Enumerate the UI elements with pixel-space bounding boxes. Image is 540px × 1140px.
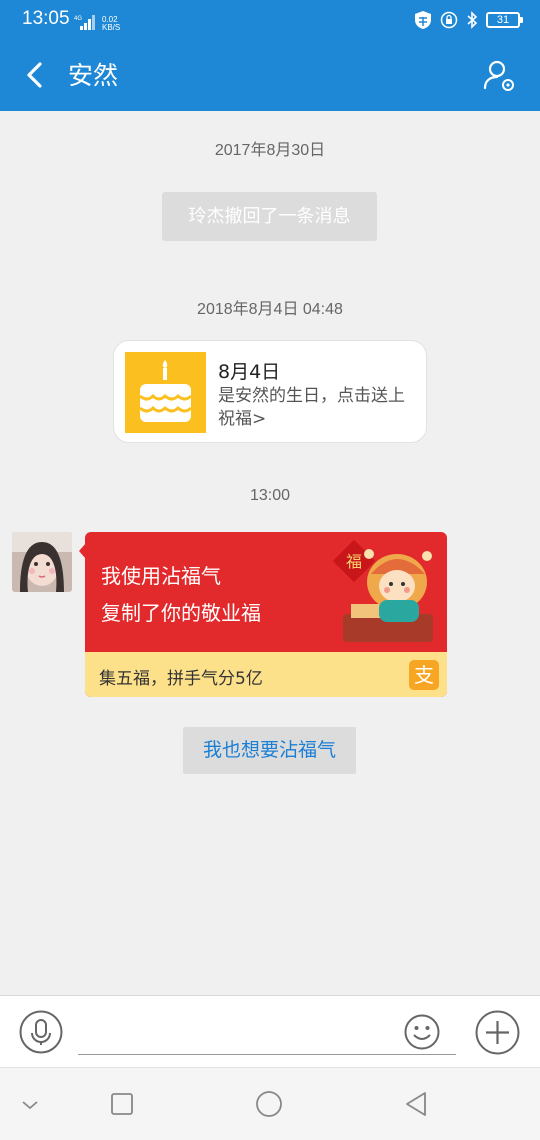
birthday-description: 是安然的生日，点击送上祝福> bbox=[218, 386, 405, 429]
fu-character: 福 bbox=[346, 552, 362, 571]
chevron-down-icon[interactable] bbox=[20, 1098, 40, 1112]
microphone-icon[interactable] bbox=[19, 1010, 63, 1054]
chat-timestamp: 13:00 bbox=[249, 487, 291, 504]
chat-header: 安然 bbox=[0, 40, 540, 111]
recent-apps-icon[interactable] bbox=[110, 1092, 134, 1116]
recall-notice: 玲杰撤回了一条消息 bbox=[162, 192, 377, 241]
chevron-left-icon[interactable] bbox=[20, 60, 50, 90]
network-speed: 0.02 KB/S bbox=[102, 16, 120, 32]
fortune-line-1: 我使用沾福气 bbox=[101, 564, 221, 588]
fortune-character-illustration: 福 bbox=[333, 539, 433, 642]
smiley-icon[interactable] bbox=[404, 1014, 440, 1050]
bluetooth-icon bbox=[467, 11, 478, 29]
avatar[interactable] bbox=[12, 532, 72, 592]
status-bar: 13:05 4G 0.02 KB/S 31 bbox=[0, 0, 540, 40]
chat-timestamp: 2017年8月30日 bbox=[214, 142, 326, 159]
system-navigation-bar bbox=[0, 1067, 540, 1140]
chat-timestamp: 2018年8月4日 04:48 bbox=[197, 301, 343, 318]
message-input[interactable] bbox=[78, 1054, 456, 1055]
plus-icon[interactable] bbox=[475, 1010, 520, 1055]
input-bar bbox=[0, 995, 540, 1067]
alipay-icon: 支 bbox=[409, 660, 439, 690]
lock-rotation-icon bbox=[440, 11, 458, 29]
back-triangle-icon[interactable] bbox=[403, 1090, 429, 1118]
birthday-card[interactable]: 8月4日 是安然的生日，点击送上祝福> bbox=[113, 340, 427, 443]
fortune-footer: 集五福，拼手气分5亿 支 bbox=[85, 652, 447, 697]
fortune-footer-text: 集五福，拼手气分5亿 bbox=[99, 669, 263, 689]
cake-icon bbox=[125, 352, 206, 433]
home-icon[interactable] bbox=[255, 1090, 283, 1118]
network-label: 4G bbox=[74, 16, 82, 22]
signal-icon: 4G bbox=[74, 15, 95, 30]
want-fortune-button[interactable]: 我也想要沾福气 bbox=[183, 727, 356, 774]
birthday-date: 8月4日 bbox=[218, 361, 281, 383]
person-settings-icon[interactable] bbox=[482, 58, 518, 94]
shield-icon bbox=[415, 11, 431, 29]
fortune-line-2: 复制了你的敬业福 bbox=[101, 601, 261, 625]
battery-indicator: 31 bbox=[486, 12, 523, 28]
speed-unit: KB/S bbox=[102, 23, 121, 32]
page-title: 安然 bbox=[68, 61, 119, 90]
fortune-card[interactable]: 我使用沾福气 复制了你的敬业福 福 集五福，拼手气分5亿 支 bbox=[85, 532, 447, 697]
status-time: 13:05 bbox=[22, 8, 70, 29]
